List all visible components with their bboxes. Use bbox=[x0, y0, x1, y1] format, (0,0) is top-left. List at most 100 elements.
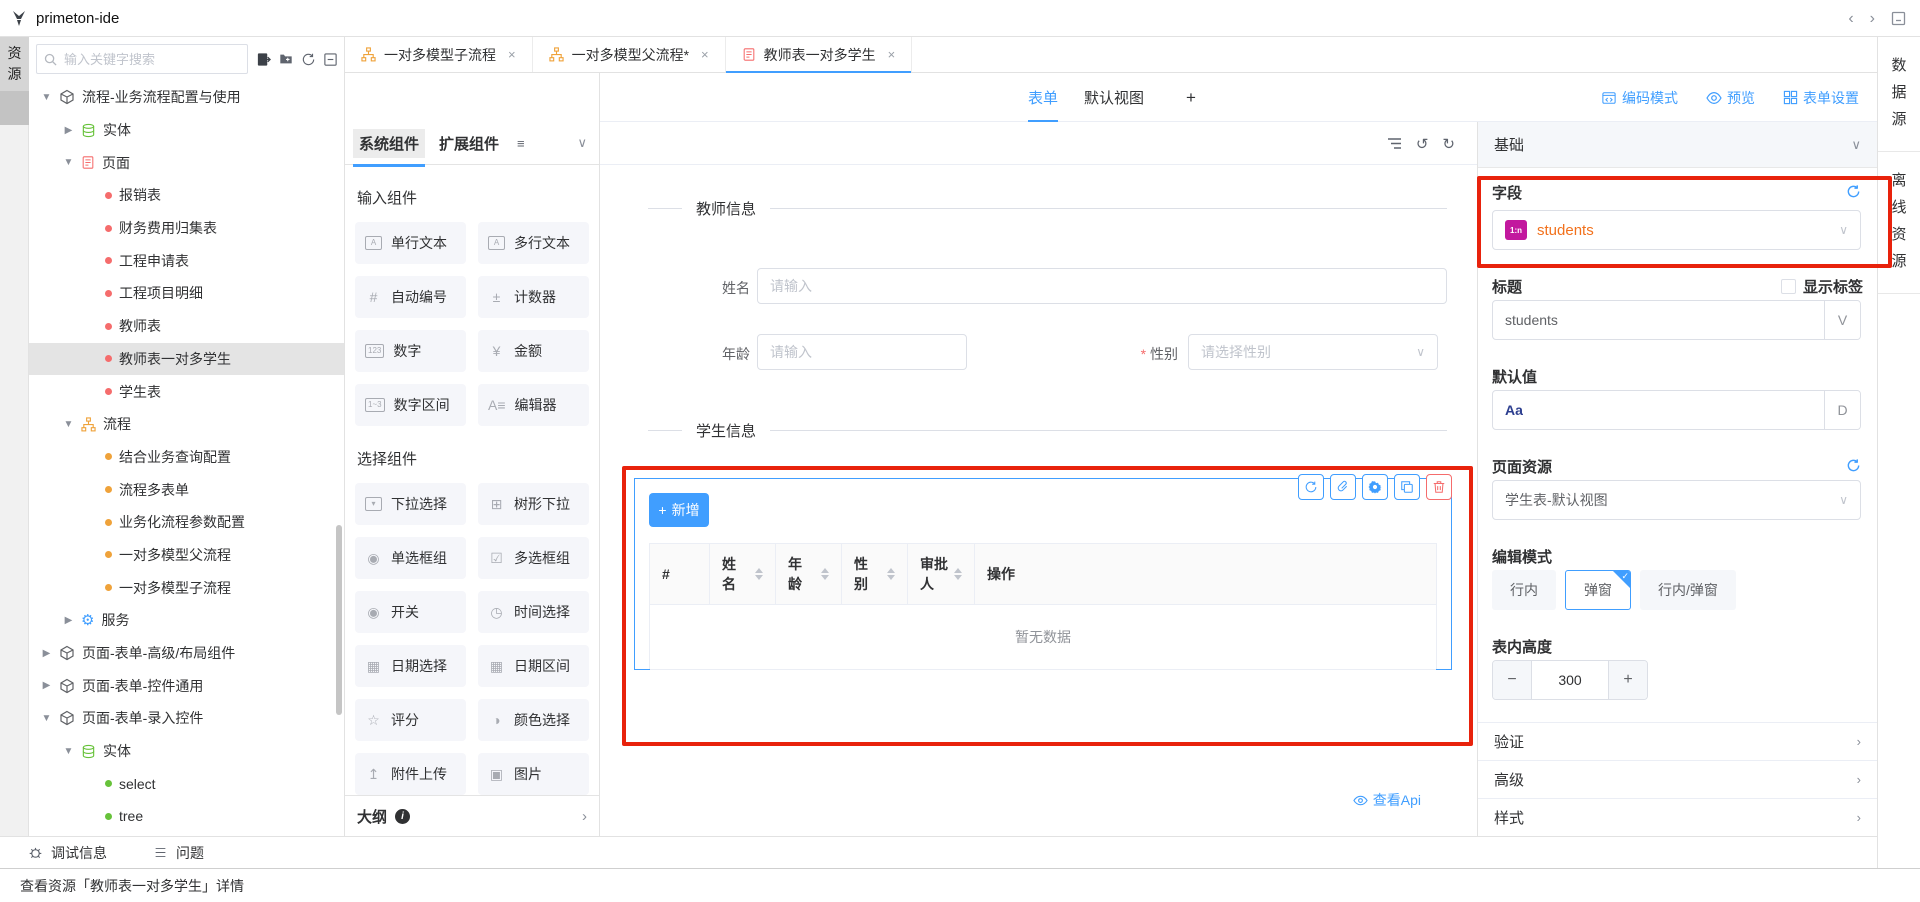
undo-icon[interactable]: ↺ bbox=[1416, 135, 1429, 153]
outline-footer[interactable]: 大纲 i › bbox=[345, 795, 599, 836]
tree-item-页面-表单-录入控件[interactable]: ▼页面-表单-录入控件 bbox=[29, 702, 344, 735]
nav-forward-icon[interactable]: › bbox=[1870, 10, 1875, 28]
edit-mode-option-行内/弹窗[interactable]: 行内/弹窗 bbox=[1640, 570, 1736, 610]
palette-item-日期区间[interactable]: ▦日期区间 bbox=[478, 645, 589, 687]
tree-item-页面[interactable]: ▼页面 bbox=[29, 146, 344, 179]
delete-widget-button[interactable] bbox=[1426, 474, 1452, 500]
palette-item-图片[interactable]: ▣图片 bbox=[478, 753, 589, 795]
add-view-button[interactable]: + bbox=[1186, 88, 1196, 108]
minus-button[interactable]: − bbox=[1493, 661, 1531, 699]
tree-item-一对多模型父流程[interactable]: 一对多模型父流程 bbox=[29, 539, 344, 572]
page-resource-select[interactable]: 学生表-默认视图 ∨ bbox=[1492, 480, 1861, 520]
debug-panel-button[interactable]: 调试信息 bbox=[28, 843, 107, 863]
copy-widget-button[interactable] bbox=[1394, 474, 1420, 500]
outline-icon[interactable] bbox=[1387, 137, 1402, 150]
gender-select[interactable]: 请选择性别 ∨ bbox=[1188, 334, 1438, 370]
doc-tab-一对多模型父流程*[interactable]: 一对多模型父流程*× bbox=[533, 37, 726, 72]
expand-open-icon[interactable]: ▼ bbox=[41, 92, 52, 103]
tree-item-流程-业务流程配置与使用[interactable]: ▼流程-业务流程配置与使用 bbox=[29, 81, 344, 114]
issues-panel-button[interactable]: 问题 bbox=[153, 843, 204, 863]
palette-item-多行文本[interactable]: A多行文本 bbox=[478, 222, 589, 264]
locate-file-icon[interactable] bbox=[256, 52, 271, 67]
tab-form[interactable]: 表单 bbox=[1028, 73, 1058, 122]
palette-item-开关[interactable]: ◉开关 bbox=[355, 591, 466, 633]
tree-item-工程申请表[interactable]: 工程申请表 bbox=[29, 244, 344, 277]
tree-item-页面-表单-控件通用[interactable]: ▶页面-表单-控件通用 bbox=[29, 669, 344, 702]
expand-closed-icon[interactable]: ▶ bbox=[41, 680, 52, 691]
expand-open-icon[interactable]: ▼ bbox=[63, 746, 74, 757]
expand-closed-icon[interactable]: ▶ bbox=[41, 648, 52, 659]
column-header-姓名[interactable]: 姓名 bbox=[710, 544, 776, 604]
expand-closed-icon[interactable]: ▶ bbox=[63, 615, 74, 626]
show-label-checkbox[interactable] bbox=[1781, 279, 1796, 294]
edit-mode-option-弹窗[interactable]: 弹窗✓ bbox=[1565, 570, 1631, 610]
section-验证[interactable]: 验证› bbox=[1478, 722, 1877, 760]
tree-item-报销表[interactable]: 报销表 bbox=[29, 179, 344, 212]
preview-button[interactable]: 预览 bbox=[1706, 88, 1755, 108]
age-field-input[interactable]: 请输入 bbox=[757, 334, 967, 370]
column-header-审批人[interactable]: 审批人 bbox=[908, 544, 975, 604]
palette-item-单行文本[interactable]: A单行文本 bbox=[355, 222, 466, 264]
section-样式[interactable]: 样式› bbox=[1478, 798, 1877, 836]
tree-item-教师表[interactable]: 教师表 bbox=[29, 310, 344, 343]
tree-item-流程多表单[interactable]: 流程多表单 bbox=[29, 473, 344, 506]
column-header-性别[interactable]: 性别 bbox=[842, 544, 908, 604]
close-icon[interactable]: × bbox=[888, 47, 896, 62]
section-basic[interactable]: 基础 ∨ bbox=[1478, 122, 1877, 168]
code-button[interactable]: 编码模式 bbox=[1601, 88, 1678, 108]
palette-item-颜色选择[interactable]: ◑颜色选择 bbox=[478, 699, 589, 741]
new-folder-icon[interactable] bbox=[278, 52, 294, 66]
palette-item-数字区间[interactable]: 1~3数字区间 bbox=[355, 384, 466, 426]
view-api-link[interactable]: 查看Api bbox=[1353, 790, 1421, 810]
tree-item-财务费用归集表[interactable]: 财务费用归集表 bbox=[29, 212, 344, 245]
palette-item-计数器[interactable]: ±计数器 bbox=[478, 276, 589, 318]
close-icon[interactable]: × bbox=[701, 47, 709, 62]
redo-icon[interactable]: ↻ bbox=[1442, 135, 1455, 153]
student-subtable-widget[interactable]: + 新增 #姓名年龄性别审批人操作 暂无数据 bbox=[634, 478, 1452, 670]
expand-closed-icon[interactable]: ▶ bbox=[63, 125, 74, 136]
sort-icon[interactable] bbox=[887, 568, 895, 580]
sort-icon[interactable] bbox=[954, 568, 962, 580]
section-高级[interactable]: 高级› bbox=[1478, 760, 1877, 798]
table-height-value[interactable]: 300 bbox=[1531, 661, 1609, 699]
tree-item-流程[interactable]: ▼流程 bbox=[29, 408, 344, 441]
edit-mode-option-行内[interactable]: 行内 bbox=[1492, 570, 1556, 610]
palette-item-单选框组[interactable]: ◉单选框组 bbox=[355, 537, 466, 579]
tree-item-一对多模型子流程[interactable]: 一对多模型子流程 bbox=[29, 571, 344, 604]
expand-open-icon[interactable]: ▼ bbox=[63, 419, 74, 430]
plus-button[interactable]: + bbox=[1609, 661, 1647, 699]
form-settings-button[interactable]: 表单设置 bbox=[1783, 88, 1859, 108]
dock-tab-数据源[interactable]: 数据源 bbox=[1878, 37, 1920, 152]
tree-item-页面-表单-高级/布局组件[interactable]: ▶页面-表单-高级/布局组件 bbox=[29, 637, 344, 670]
palette-item-评分[interactable]: ☆评分 bbox=[355, 699, 466, 741]
doc-tab-一对多模型子流程[interactable]: 一对多模型子流程× bbox=[345, 37, 533, 72]
search-input[interactable] bbox=[62, 51, 212, 68]
field-select[interactable]: 1:n students ∨ bbox=[1492, 210, 1861, 250]
refresh-field-icon[interactable] bbox=[1846, 184, 1861, 199]
palette-item-附件上传[interactable]: ↥附件上传 bbox=[355, 753, 466, 795]
name-field-input[interactable]: 请输入 bbox=[757, 268, 1447, 304]
palette-menu-icon[interactable]: ≡ bbox=[517, 136, 525, 151]
add-row-button[interactable]: + 新增 bbox=[649, 493, 709, 527]
palette-item-数字[interactable]: 123数字 bbox=[355, 330, 466, 372]
settings-widget-button[interactable] bbox=[1362, 474, 1388, 500]
refresh-resource-icon[interactable] bbox=[1846, 458, 1861, 473]
title-variable-button[interactable]: V bbox=[1824, 301, 1860, 339]
palette-item-多选框组[interactable]: ☑多选框组 bbox=[478, 537, 589, 579]
tree-item-工程项目明细[interactable]: 工程项目明细 bbox=[29, 277, 344, 310]
palette-item-日期选择[interactable]: ▦日期选择 bbox=[355, 645, 466, 687]
tree-item-业务化流程参数配置[interactable]: 业务化流程参数配置 bbox=[29, 506, 344, 539]
tree-item-服务[interactable]: ▶⚙服务 bbox=[29, 604, 344, 637]
nav-back-icon[interactable]: ‹ bbox=[1848, 10, 1853, 28]
tree-item-tree[interactable]: tree bbox=[29, 800, 344, 833]
tree-item-教师表一对多学生[interactable]: 教师表一对多学生 bbox=[29, 343, 344, 376]
tab-system-components[interactable]: 系统组件 bbox=[353, 129, 425, 158]
refresh-icon[interactable] bbox=[301, 52, 316, 67]
tree-item-实体[interactable]: ▶实体 bbox=[29, 114, 344, 147]
column-header-年龄[interactable]: 年龄 bbox=[776, 544, 842, 604]
tree-item-学生表[interactable]: 学生表 bbox=[29, 375, 344, 408]
link-widget-button[interactable] bbox=[1330, 474, 1356, 500]
palette-item-金额[interactable]: ¥金额 bbox=[478, 330, 589, 372]
expand-open-icon[interactable]: ▼ bbox=[41, 713, 52, 724]
default-d-button[interactable]: D bbox=[1824, 391, 1860, 429]
